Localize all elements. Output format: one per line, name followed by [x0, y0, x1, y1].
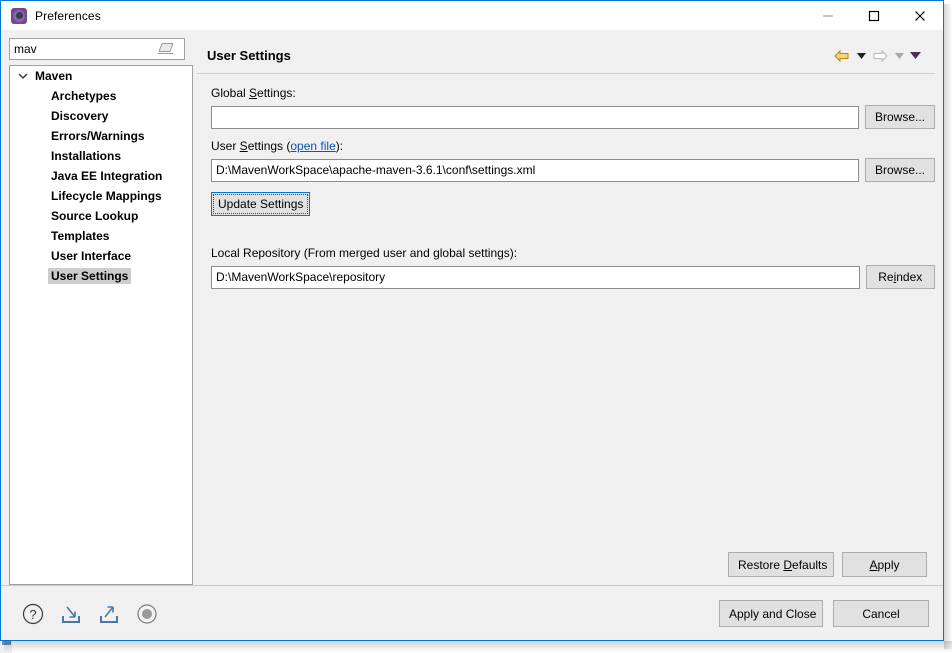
search-input[interactable]	[10, 40, 156, 58]
panel-nav-tools	[833, 48, 935, 64]
tree-item-label: Source Lookup	[51, 209, 139, 223]
restore-defaults-pre: Restore	[738, 557, 784, 572]
export-icon[interactable]	[97, 602, 123, 626]
global-settings-input[interactable]	[211, 105, 859, 129]
help-icon[interactable]: ?	[21, 602, 47, 626]
tree-item-label: Discovery	[51, 109, 109, 123]
tree-item-errors-warnings[interactable]: Errors/Warnings	[10, 126, 192, 146]
user-settings-row: Browse...	[211, 158, 935, 182]
tree-item-label: Errors/Warnings	[51, 129, 145, 143]
panel-actions: Restore Defaults Apply	[728, 552, 927, 577]
svg-text:?: ?	[29, 607, 36, 622]
forward-history-chevron-down-icon[interactable]	[893, 49, 905, 63]
window-title: Preferences	[35, 8, 101, 23]
restore-defaults-button[interactable]: Restore Defaults	[728, 552, 834, 577]
tree-item-source-lookup[interactable]: Source Lookup	[10, 206, 192, 226]
apply-post: pply	[877, 557, 900, 572]
tree-item-maven[interactable]: Maven	[10, 66, 192, 86]
tree-item-label: User Interface	[51, 249, 132, 263]
preferences-gear-icon	[11, 7, 27, 24]
reindex-label-pre: Re	[878, 270, 894, 284]
sidebar: Maven Archetypes Discovery Errors/Warnin…	[9, 38, 193, 585]
title-bar: Preferences	[1, 1, 943, 30]
tree-item-user-interface[interactable]: User Interface	[10, 246, 192, 266]
user-settings-label-pre: User	[211, 139, 240, 153]
tree-item-discovery[interactable]: Discovery	[10, 106, 192, 126]
footer-icon-group: ?	[21, 602, 161, 626]
restore-defaults-post: efaults	[792, 557, 828, 572]
tree-item-java-ee-integration[interactable]: Java EE Integration	[10, 166, 192, 186]
tree-item-templates[interactable]: Templates	[10, 226, 192, 246]
tree-item-label: Lifecycle Mappings	[51, 189, 162, 203]
restore-defaults-mnemonic: D	[783, 557, 793, 572]
user-settings-label-post: ):	[335, 139, 344, 153]
local-repository-input[interactable]	[211, 265, 860, 289]
chevron-down-icon[interactable]	[16, 69, 30, 83]
global-settings-label: Global Settings:	[211, 86, 935, 100]
forward-arrow-icon[interactable]	[871, 48, 889, 64]
global-settings-row: Browse...	[211, 105, 935, 129]
minimize-button[interactable]	[805, 1, 851, 30]
user-settings-browse-button[interactable]: Browse...	[865, 158, 935, 182]
dialog-body: Maven Archetypes Discovery Errors/Warnin…	[1, 30, 943, 585]
apply-button[interactable]: Apply	[842, 552, 927, 577]
apply-and-close-button[interactable]: Apply and Close	[719, 600, 823, 627]
tree-item-label: Archetypes	[51, 89, 117, 103]
window-controls	[805, 1, 943, 30]
page-title: User Settings	[207, 48, 291, 63]
reindex-button[interactable]: Reindex	[865, 265, 935, 289]
open-file-link[interactable]: open file	[290, 139, 335, 153]
tree-item-label: Java EE Integration	[51, 169, 163, 183]
user-settings-input[interactable]	[211, 158, 859, 182]
tree-item-archetypes[interactable]: Archetypes	[10, 86, 192, 106]
global-settings-browse-button[interactable]: Browse...	[865, 105, 935, 129]
tree-item-user-settings[interactable]: User Settings	[10, 266, 192, 286]
preferences-dialog: Preferences mav Maven Archetypes Discove…	[0, 0, 944, 641]
tree-item-label: Maven	[35, 69, 73, 83]
filter-box[interactable]	[9, 38, 185, 60]
user-settings-label-mid: ettings (	[247, 139, 291, 153]
tree-item-installations[interactable]: Installations	[10, 146, 192, 166]
panel-content: Global Settings: Browse... User Settings…	[197, 74, 935, 289]
footer-buttons: Apply and Close Cancel	[719, 600, 929, 627]
tree-item-lifecycle-mappings[interactable]: Lifecycle Mappings	[10, 186, 192, 206]
record-icon[interactable]	[135, 602, 161, 626]
panel-header: User Settings	[197, 38, 935, 74]
user-settings-label-mnemonic: S	[239, 139, 248, 153]
tree-item-label: Templates	[51, 229, 110, 243]
tree-item-label: Installations	[51, 149, 122, 163]
clear-eraser-icon[interactable]	[156, 39, 178, 59]
settings-panel: User Settings Global Settings: Browse...…	[197, 38, 935, 585]
cancel-button[interactable]: Cancel	[833, 600, 929, 627]
global-settings-label-mnemonic: S	[249, 86, 258, 100]
global-settings-label-post: ettings:	[257, 86, 296, 100]
apply-mnemonic: A	[869, 557, 878, 572]
import-icon[interactable]	[59, 602, 85, 626]
panel-menu-chevron-down-icon[interactable]	[909, 49, 921, 63]
local-repository-row: Reindex	[211, 265, 935, 289]
close-button[interactable]	[897, 1, 943, 30]
update-settings-button[interactable]: Update Settings	[211, 192, 311, 216]
global-settings-label-pre: Global	[211, 86, 250, 100]
back-arrow-icon[interactable]	[833, 48, 851, 64]
preferences-tree[interactable]: Maven Archetypes Discovery Errors/Warnin…	[9, 65, 193, 585]
window-shadow-bottom	[4, 641, 952, 653]
maximize-button[interactable]	[851, 1, 897, 30]
local-repository-label: Local Repository (From merged user and g…	[211, 246, 518, 260]
reindex-label-post: ndex	[896, 270, 923, 284]
dialog-footer: ? Apply and Close Cancel	[1, 586, 943, 640]
window-shadow-right	[944, 4, 952, 649]
user-settings-label: User Settings (open file):	[211, 139, 935, 153]
tree-item-label: User Settings	[48, 268, 132, 284]
back-history-chevron-down-icon[interactable]	[855, 49, 867, 63]
layout-spacer	[211, 216, 935, 246]
